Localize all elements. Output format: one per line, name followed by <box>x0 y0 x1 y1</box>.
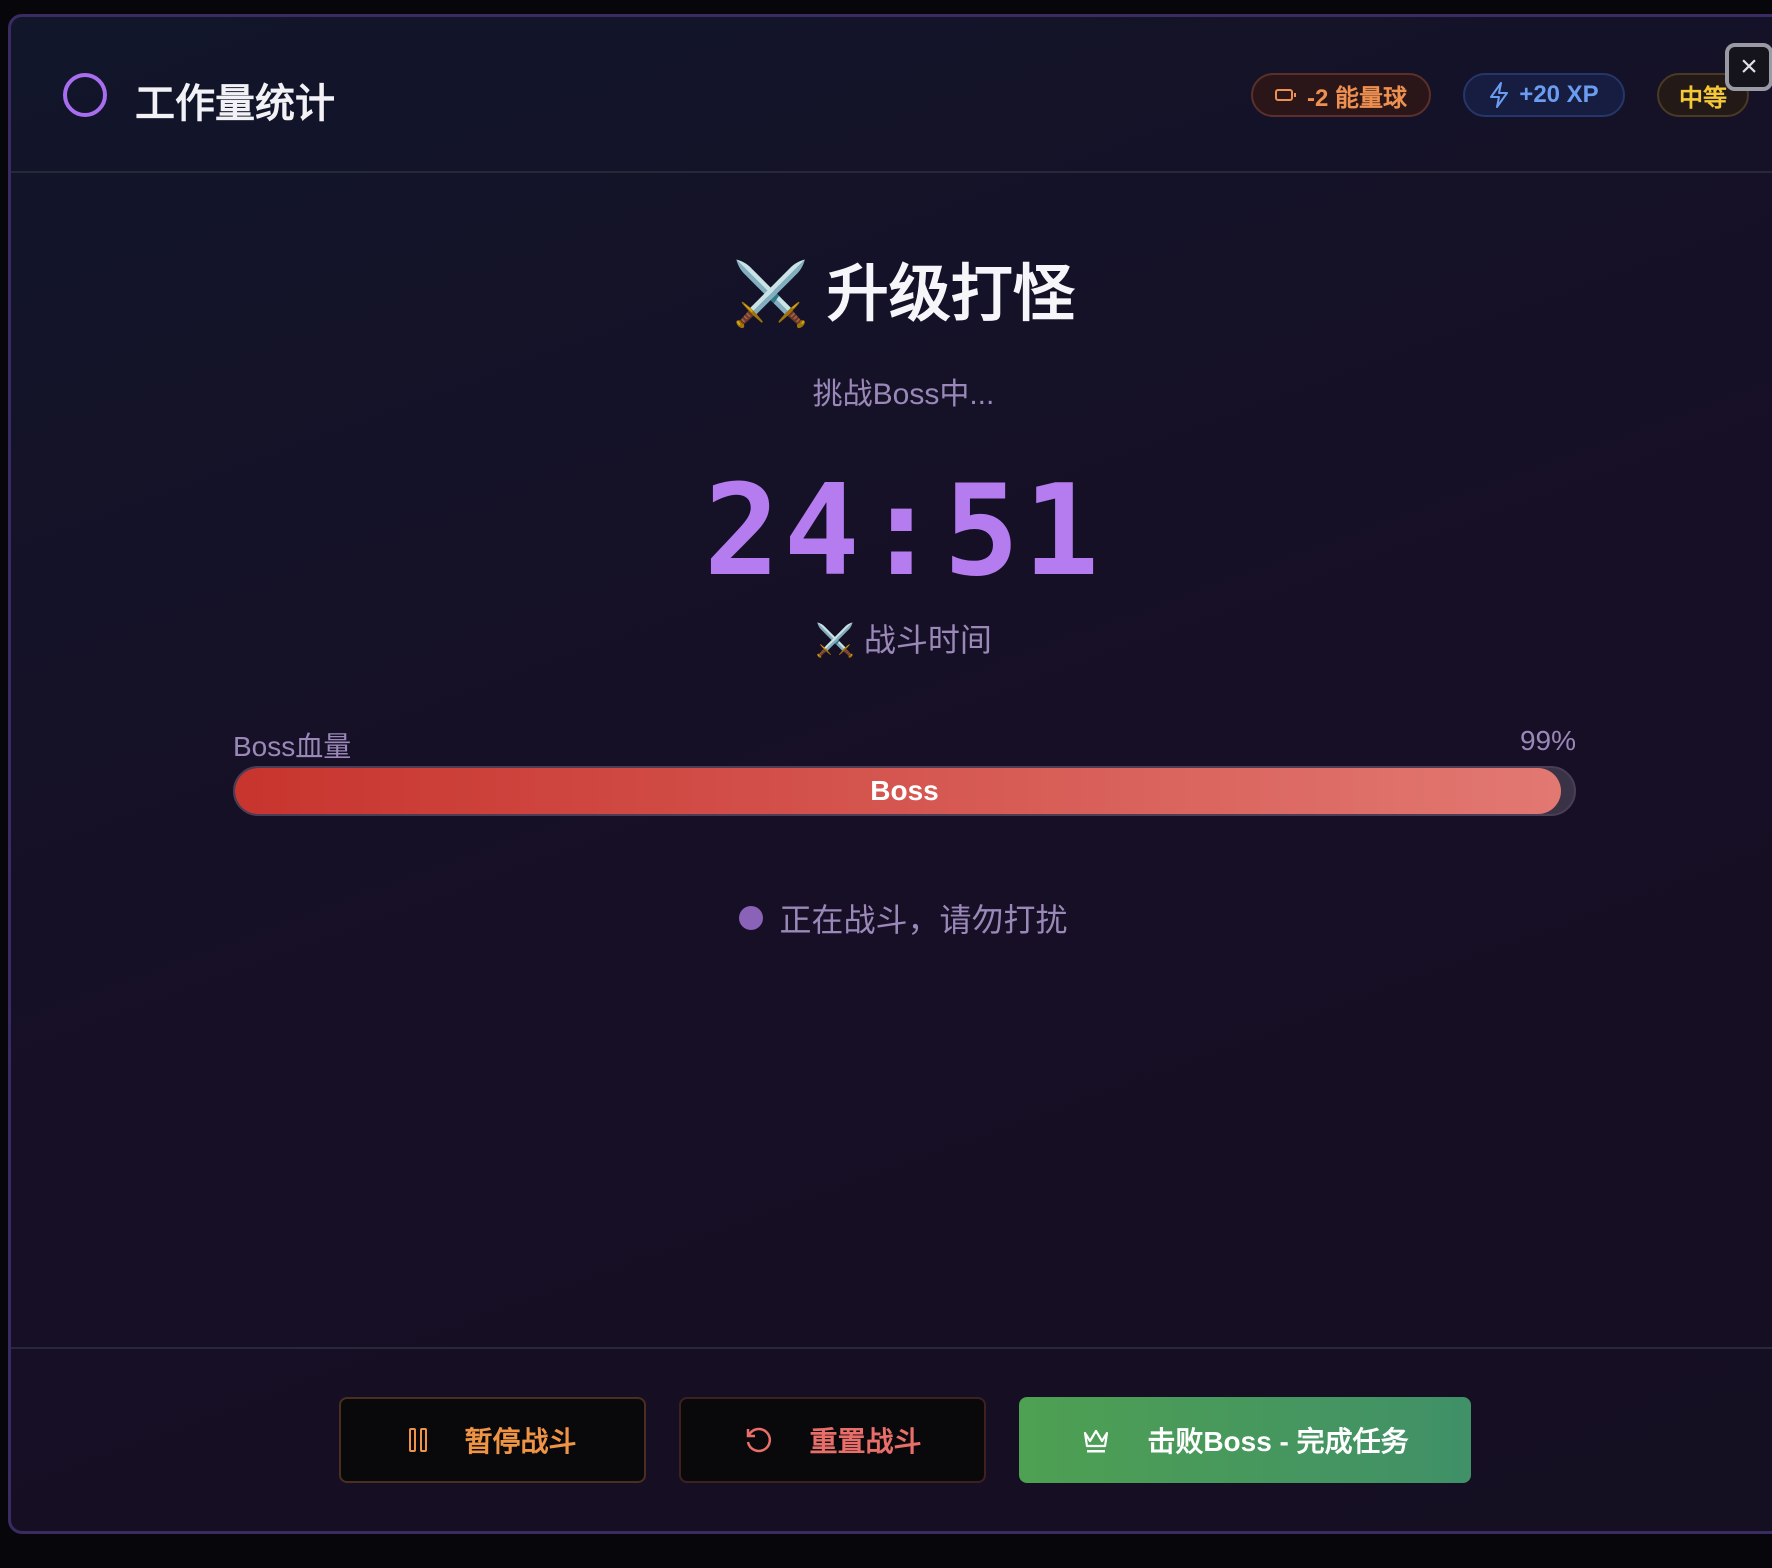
battery-icon <box>1274 89 1296 101</box>
lightning-icon <box>1490 82 1509 108</box>
page-title: ⚔️ 升级打怪 <box>11 243 1772 333</box>
task-title: 工作量统计 <box>135 82 335 126</box>
status-message: 正在战斗，请勿打扰 <box>11 895 1772 941</box>
energy-badge: -2 能量球 <box>1251 73 1431 117</box>
pause-battle-button[interactable]: 暂停战斗 <box>339 1397 646 1483</box>
xp-text: +20 XP <box>1519 81 1599 108</box>
title-text: 升级打怪 <box>826 260 1075 329</box>
header: 工作量统计 -2 能量球 +20 XP 中等 × <box>11 17 1772 173</box>
focus-window: 工作量统计 -2 能量球 +20 XP 中等 × ⚔️ 升级打怪 挑战Boss中… <box>8 14 1772 1534</box>
pause-icon <box>409 1428 428 1452</box>
pause-label: 暂停战斗 <box>464 1426 577 1457</box>
boss-hp-bar-label: Boss <box>870 775 939 806</box>
defeat-label: 击败Boss - 完成任务 <box>1147 1426 1409 1457</box>
xp-badge: +20 XP <box>1463 73 1625 117</box>
status-dot-icon <box>739 906 764 930</box>
timer-label: ⚔️ 战斗时间 <box>815 622 992 658</box>
footer-divider <box>11 1347 1772 1349</box>
task-circle-icon[interactable] <box>63 73 107 117</box>
timer-display: 24:51 <box>703 457 1104 604</box>
crown-icon <box>1084 1429 1109 1453</box>
subtitle: 挑战Boss中... <box>812 378 995 411</box>
reset-battle-button[interactable]: 重置战斗 <box>679 1397 986 1483</box>
status-text: 正在战斗，请勿打扰 <box>779 902 1068 938</box>
boss-hp-percent: 99% <box>1519 725 1576 756</box>
close-button[interactable]: × <box>1725 43 1772 91</box>
boss-hp-label: Boss血量 <box>233 731 352 762</box>
boss-hp-bar: Boss <box>233 766 1576 816</box>
reset-icon <box>747 1427 772 1453</box>
crossed-swords-icon: ⚔️ <box>732 260 810 329</box>
reset-label: 重置战斗 <box>809 1426 922 1457</box>
energy-text: -2 能量球 <box>1306 84 1407 112</box>
defeat-boss-button[interactable]: 击败Boss - 完成任务 <box>1019 1397 1471 1483</box>
